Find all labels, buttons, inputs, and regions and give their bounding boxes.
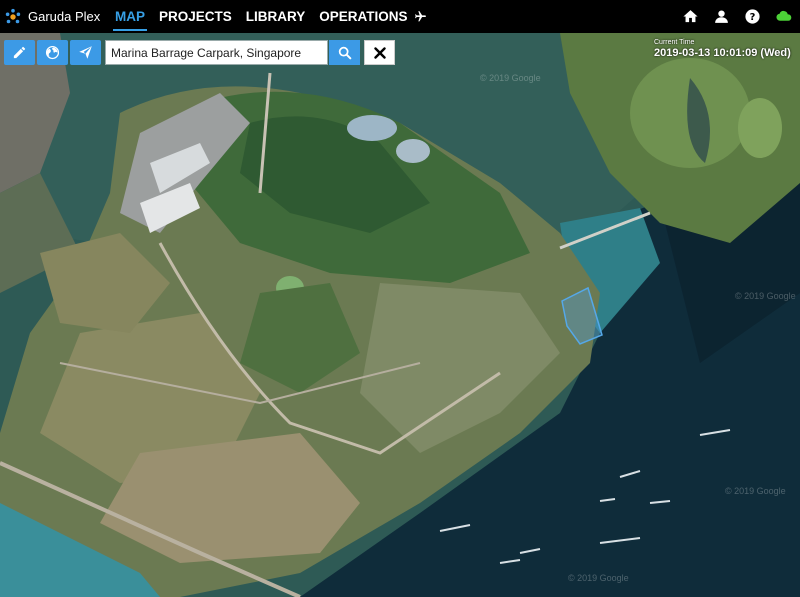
search-icon bbox=[338, 46, 351, 59]
globe-icon bbox=[45, 45, 60, 60]
svg-text:?: ? bbox=[750, 12, 756, 23]
draw-button[interactable] bbox=[4, 40, 35, 65]
map-watermark-4: © 2019 Google bbox=[568, 573, 629, 583]
home-icon[interactable] bbox=[682, 8, 699, 25]
satellite-map[interactable]: © 2019 Google © 2019 Google © 2019 Googl… bbox=[0, 33, 800, 597]
airplane-icon bbox=[414, 11, 426, 22]
map-terrain bbox=[0, 33, 800, 597]
top-icons: ? bbox=[682, 8, 800, 25]
brand[interactable]: Garuda Plex bbox=[0, 8, 108, 26]
nav-projects[interactable]: PROJECTS bbox=[152, 0, 239, 33]
help-icon[interactable]: ? bbox=[744, 8, 761, 25]
nav-library-label: LIBRARY bbox=[245, 9, 306, 24]
close-icon bbox=[373, 46, 386, 59]
map-watermark-2: © 2019 Google bbox=[735, 291, 796, 301]
cloud-icon[interactable] bbox=[775, 8, 792, 25]
garuda-logo-icon bbox=[5, 8, 21, 23]
nav-operations-label: OPERATIONS bbox=[319, 9, 408, 24]
app-name: Garuda Plex bbox=[28, 9, 101, 24]
user-icon[interactable] bbox=[713, 8, 730, 25]
current-time-label: Current Time bbox=[654, 39, 695, 46]
map-watermark-3: © 2019 Google bbox=[725, 486, 786, 496]
nav-projects-label: PROJECTS bbox=[159, 9, 232, 24]
send-button[interactable] bbox=[70, 40, 101, 65]
location-search-input[interactable] bbox=[105, 40, 328, 65]
nav-map-label: MAP bbox=[115, 9, 145, 24]
pencil-icon bbox=[13, 46, 26, 59]
current-time-panel: Current Time 2019-03-13 10:01:09 (Wed) bbox=[654, 39, 791, 59]
clear-search-button[interactable] bbox=[364, 40, 395, 65]
nav-map[interactable]: MAP bbox=[108, 0, 152, 33]
globe-button[interactable] bbox=[37, 40, 68, 65]
current-time-value: 2019-03-13 10:01:09 (Wed) bbox=[654, 47, 791, 59]
nav-operations[interactable]: OPERATIONS bbox=[312, 0, 433, 33]
main-nav: MAP PROJECTS LIBRARY OPERATIONS bbox=[108, 0, 434, 33]
map-watermark-1: © 2019 Google bbox=[480, 73, 541, 83]
nav-library[interactable]: LIBRARY bbox=[239, 0, 313, 33]
map-toolbar bbox=[4, 40, 395, 65]
search-button[interactable] bbox=[329, 40, 360, 65]
top-navigation-bar: Garuda Plex MAP PROJECTS LIBRARY OPERATI… bbox=[0, 0, 800, 33]
paper-plane-icon bbox=[79, 46, 92, 59]
